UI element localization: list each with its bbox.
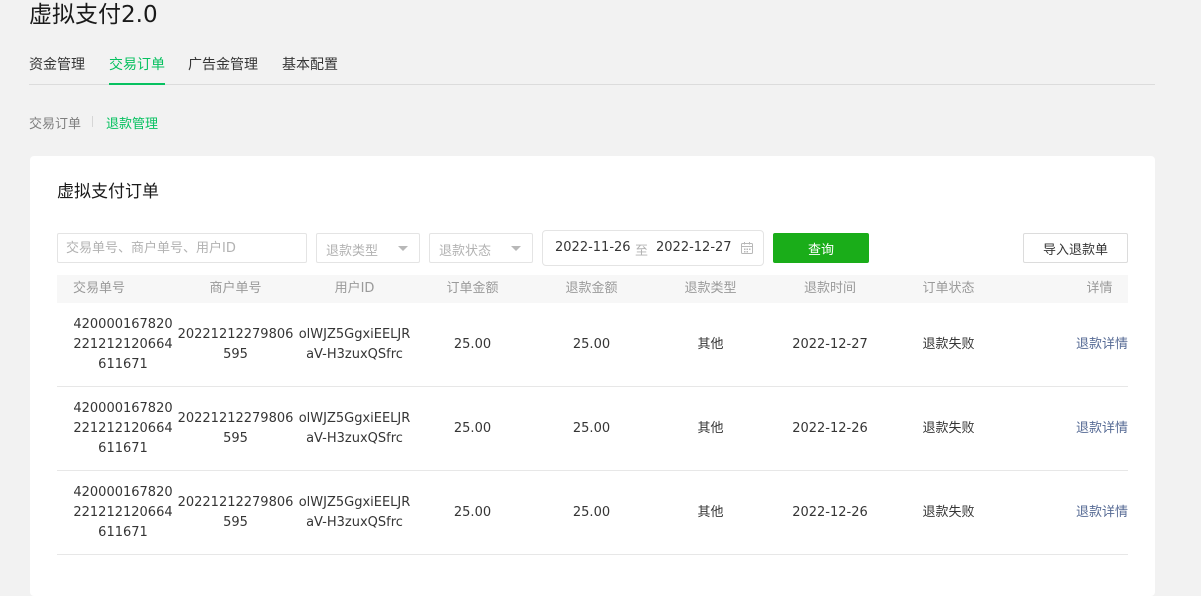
- col-detail: 详情: [1086, 281, 1113, 296]
- cell-order-status: 退款失败: [922, 420, 975, 436]
- cell-refund-amount: 25.00: [572, 420, 611, 436]
- cell-detail: 退款详情: [1051, 471, 1128, 554]
- refund-detail-link[interactable]: 退款详情: [1076, 335, 1128, 355]
- col-order-amount: 订单金额: [446, 281, 499, 296]
- cell-merchant-no: 20221212279806595: [177, 326, 294, 362]
- col-transaction-no: 交易单号: [72, 281, 125, 296]
- refund-status-placeholder: 退款状态: [439, 244, 492, 259]
- calendar-icon: [741, 242, 753, 254]
- tab-fund-management[interactable]: 资金管理: [29, 56, 85, 74]
- cell-order-amount: 25.00: [453, 420, 492, 436]
- cell-refund-amount: 25.00: [572, 504, 611, 520]
- cell-user-id: olWJZ5GgxiEELJRaV-H3zuxQSfrc: [298, 410, 411, 446]
- col-refund-type: 退款类型: [684, 281, 737, 296]
- tab-ad-fund-management[interactable]: 广告金管理: [188, 56, 258, 74]
- query-button[interactable]: 查询: [773, 233, 869, 263]
- tab-basic-config[interactable]: 基本配置: [282, 56, 338, 74]
- col-refund-time: 退款时间: [803, 281, 856, 296]
- cell-user-id: olWJZ5GgxiEELJRaV-H3zuxQSfrc: [298, 494, 411, 530]
- cell-refund-amount: 25.00: [572, 336, 611, 352]
- cell-merchant-no: 20221212279806595: [177, 494, 294, 530]
- cell-order-amount: 25.00: [453, 336, 492, 352]
- tab-transaction-orders[interactable]: 交易订单: [109, 56, 165, 85]
- cell-merchant-no: 20221212279806595: [177, 410, 294, 446]
- cell-transaction-no: 420000167820221212120664611671: [73, 400, 173, 456]
- cell-refund-type: 其他: [697, 504, 724, 520]
- date-end[interactable]: 2022-12-27: [656, 240, 732, 255]
- cell-order-amount: 25.00: [453, 504, 492, 520]
- subtab-refund-management[interactable]: 退款管理: [106, 113, 158, 132]
- refund-status-select[interactable]: 退款状态: [429, 233, 533, 263]
- cell-transaction-no: 420000167820221212120664611671: [73, 484, 173, 540]
- cell-user-id: olWJZ5GgxiEELJRaV-H3zuxQSfrc: [298, 326, 411, 362]
- subtab-divider: [92, 116, 93, 127]
- cell-detail: 退款详情: [1051, 303, 1128, 386]
- table-row: 420000167820221212120664611671 202212122…: [57, 303, 1128, 387]
- col-user-id: 用户ID: [334, 281, 375, 296]
- app-title: 虚拟支付2.0: [29, 2, 158, 28]
- refund-orders-table: 交易单号 商户单号 用户ID 订单金额 退款金额 退款类型 退款时间 订单状态 …: [57, 275, 1128, 555]
- table-row: 420000167820221212120664611671 202212122…: [57, 387, 1128, 471]
- cell-refund-time: 2022-12-26: [792, 504, 868, 520]
- cell-detail: 退款详情: [1051, 387, 1128, 470]
- refund-type-placeholder: 退款类型: [326, 244, 379, 259]
- card-title: 虚拟支付订单: [57, 182, 159, 202]
- chevron-down-icon: [511, 246, 521, 251]
- cell-refund-type: 其他: [697, 336, 724, 352]
- date-range-picker[interactable]: 2022-11-26 至 2022-12-27: [542, 230, 764, 266]
- cell-refund-time: 2022-12-27: [792, 336, 868, 352]
- col-merchant-no: 商户单号: [209, 281, 262, 296]
- cell-refund-time: 2022-12-26: [792, 420, 868, 436]
- date-start[interactable]: 2022-11-26: [555, 240, 631, 255]
- cell-transaction-no: 420000167820221212120664611671: [73, 316, 173, 372]
- orders-card: 虚拟支付订单 退款类型 退款状态 2022-11-26 至 2022-12-27…: [30, 156, 1155, 596]
- col-order-status: 订单状态: [922, 281, 975, 296]
- main-tabs: 资金管理 交易订单 广告金管理 基本配置: [29, 56, 1155, 85]
- cell-order-status: 退款失败: [922, 504, 975, 520]
- table-header: 交易单号 商户单号 用户ID 订单金额 退款金额 退款类型 退款时间 订单状态 …: [57, 275, 1128, 303]
- cell-refund-type: 其他: [697, 420, 724, 436]
- cell-order-status: 退款失败: [922, 336, 975, 352]
- refund-detail-link[interactable]: 退款详情: [1076, 419, 1128, 439]
- import-refund-button[interactable]: 导入退款单: [1023, 233, 1128, 263]
- table-row: 420000167820221212120664611671 202212122…: [57, 471, 1128, 555]
- chevron-down-icon: [398, 246, 408, 251]
- col-refund-amount: 退款金额: [565, 281, 618, 296]
- search-input[interactable]: [57, 233, 307, 263]
- date-separator: 至: [635, 244, 649, 259]
- refund-detail-link[interactable]: 退款详情: [1076, 503, 1128, 523]
- refund-type-select[interactable]: 退款类型: [316, 233, 420, 263]
- subtab-transaction-orders[interactable]: 交易订单: [29, 113, 81, 132]
